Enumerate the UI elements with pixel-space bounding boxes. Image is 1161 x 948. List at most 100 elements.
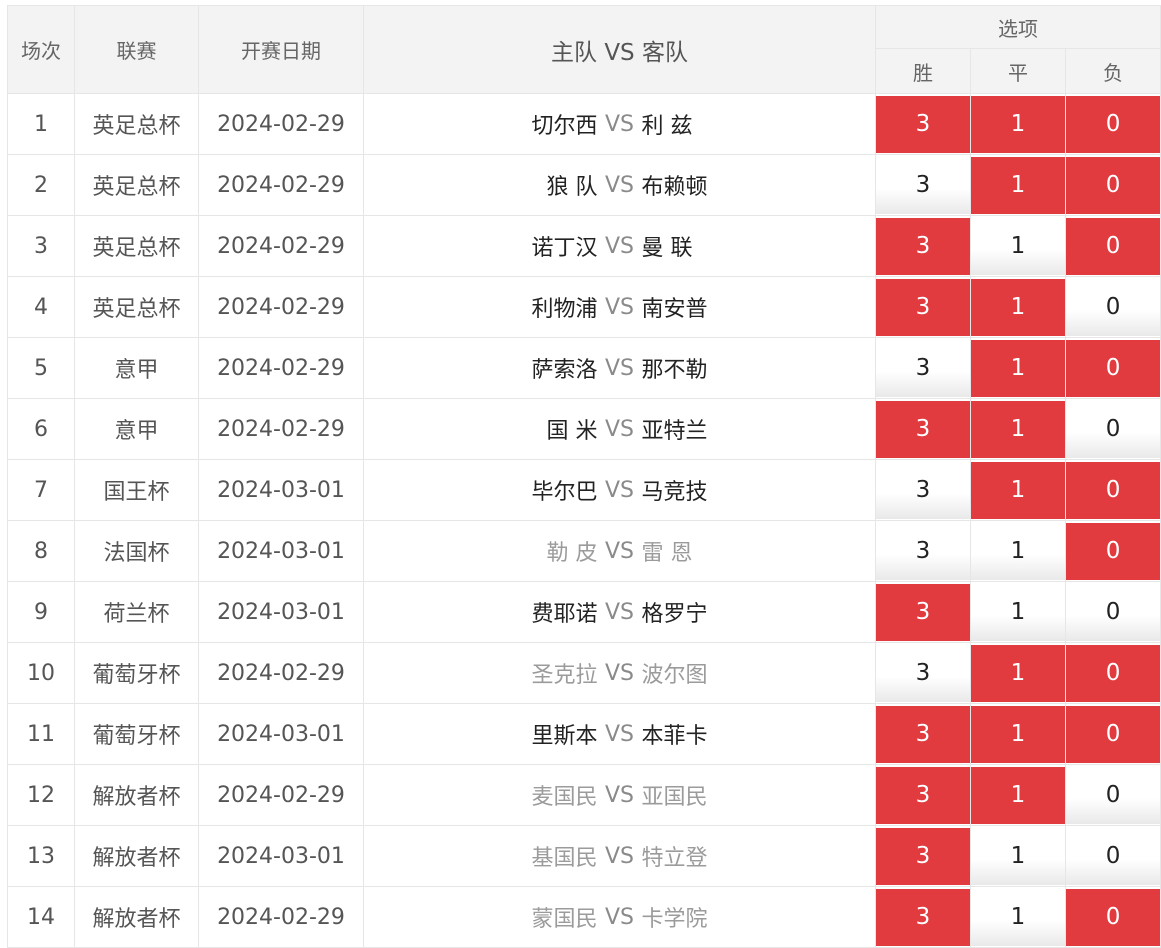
option-cell: 0 [1064, 825, 1161, 887]
match-cell: 切尔西 VS 利 兹 [363, 93, 876, 155]
match-cell: 萨索洛 VS 那不勒 [363, 337, 876, 399]
option-draw-button[interactable]: 1 [971, 278, 1065, 336]
option-draw-button[interactable]: 1 [971, 705, 1065, 763]
row-index: 4 [7, 276, 75, 338]
row-index: 7 [7, 459, 75, 521]
option-lose-button[interactable]: 0 [1066, 766, 1161, 824]
option-lose-button[interactable]: 0 [1066, 278, 1161, 336]
match-teams: 费耶诺 VS 格罗宁 [364, 596, 875, 628]
option-win-button[interactable]: 3 [876, 766, 970, 824]
row-index: 11 [7, 703, 75, 765]
option-draw-button[interactable]: 1 [971, 461, 1065, 519]
league-name: 葡萄牙杯 [74, 703, 199, 765]
table-row: 10 葡萄牙杯 2024-02-29 圣克拉 VS 波尔图 3 1 0 [7, 642, 1161, 704]
option-draw-button[interactable]: 1 [971, 156, 1065, 214]
option-lose-button[interactable]: 0 [1066, 705, 1161, 763]
league-name: 英足总杯 [74, 215, 199, 277]
option-cell: 1 [970, 459, 1066, 521]
header-index: 场次 [7, 5, 75, 94]
option-win-button[interactable]: 3 [876, 278, 970, 336]
match-date: 2024-03-01 [198, 703, 364, 765]
match-teams: 狼 队 VS 布赖顿 [364, 169, 875, 201]
vs-label: VS [604, 111, 634, 137]
vs-label: VS [604, 782, 634, 808]
table-header: 场次 联赛 开赛日期 主队 VS 客队 选项 胜 平 负 [7, 5, 1161, 94]
option-cell: 0 [1064, 215, 1161, 277]
table-row: 7 国王杯 2024-03-01 毕尔巴 VS 马竞技 3 1 0 [7, 459, 1161, 521]
option-lose-button[interactable]: 0 [1066, 217, 1161, 275]
option-lose-button[interactable]: 0 [1066, 95, 1161, 153]
option-draw-button[interactable]: 1 [971, 888, 1065, 946]
option-win-button[interactable]: 3 [876, 522, 970, 580]
match-teams: 国 米 VS 亚特兰 [364, 413, 875, 445]
table-row: 12 解放者杯 2024-02-29 麦国民 VS 亚国民 3 1 0 [7, 764, 1161, 826]
option-draw-button[interactable]: 1 [971, 95, 1065, 153]
option-cell: 3 [875, 398, 971, 460]
away-team: 雷 恩 [641, 541, 693, 566]
vs-label: VS [604, 355, 634, 381]
option-lose-button[interactable]: 0 [1066, 339, 1161, 397]
home-team: 里斯本 [531, 724, 598, 749]
home-team: 狼 队 [546, 175, 598, 200]
option-win-button[interactable]: 3 [876, 827, 970, 885]
home-team: 利物浦 [531, 297, 598, 322]
match-cell: 利物浦 VS 南安普 [363, 276, 876, 338]
option-win-button[interactable]: 3 [876, 705, 970, 763]
option-lose-button[interactable]: 0 [1066, 888, 1161, 946]
table-row: 5 意甲 2024-02-29 萨索洛 VS 那不勒 3 1 0 [7, 337, 1161, 399]
option-lose-button[interactable]: 0 [1066, 522, 1161, 580]
option-cell: 1 [970, 154, 1066, 216]
away-team: 布赖顿 [641, 175, 708, 200]
option-draw-button[interactable]: 1 [971, 522, 1065, 580]
match-cell: 里斯本 VS 本菲卡 [363, 703, 876, 765]
vs-label: VS [604, 843, 634, 869]
option-win-button[interactable]: 3 [876, 888, 970, 946]
row-index: 9 [7, 581, 75, 643]
away-team: 亚国民 [641, 785, 708, 810]
option-cell: 0 [1064, 886, 1161, 948]
option-draw-button[interactable]: 1 [971, 644, 1065, 702]
option-win-button[interactable]: 3 [876, 583, 970, 641]
option-lose-button[interactable]: 0 [1066, 400, 1161, 458]
option-draw-button[interactable]: 1 [971, 583, 1065, 641]
match-teams: 诺丁汉 VS 曼 联 [364, 230, 875, 262]
vs-label: VS [604, 904, 634, 930]
option-lose-button[interactable]: 0 [1066, 583, 1161, 641]
option-draw-button[interactable]: 1 [971, 827, 1065, 885]
match-date: 2024-03-01 [198, 459, 364, 521]
option-draw-button[interactable]: 1 [971, 400, 1065, 458]
option-cell: 3 [875, 337, 971, 399]
option-win-button[interactable]: 3 [876, 339, 970, 397]
match-cell: 费耶诺 VS 格罗宁 [363, 581, 876, 643]
option-lose-button[interactable]: 0 [1066, 156, 1161, 214]
row-index: 5 [7, 337, 75, 399]
row-index: 3 [7, 215, 75, 277]
match-cell: 蒙国民 VS 卡学院 [363, 886, 876, 948]
option-win-button[interactable]: 3 [876, 95, 970, 153]
option-win-button[interactable]: 3 [876, 217, 970, 275]
option-win-button[interactable]: 3 [876, 644, 970, 702]
option-cell: 1 [970, 520, 1066, 582]
option-cell: 1 [970, 276, 1066, 338]
option-win-button[interactable]: 3 [876, 156, 970, 214]
option-draw-button[interactable]: 1 [971, 217, 1065, 275]
league-name: 解放者杯 [74, 825, 199, 887]
option-cell: 0 [1064, 398, 1161, 460]
match-cell: 毕尔巴 VS 马竞技 [363, 459, 876, 521]
option-lose-button[interactable]: 0 [1066, 827, 1161, 885]
match-table: 场次 联赛 开赛日期 主队 VS 客队 选项 胜 平 负 1 英足总杯 2024-0… [7, 5, 1161, 948]
option-cell: 0 [1064, 642, 1161, 704]
option-win-button[interactable]: 3 [876, 461, 970, 519]
option-lose-button[interactable]: 0 [1066, 644, 1161, 702]
option-win-button[interactable]: 3 [876, 400, 970, 458]
match-teams: 基国民 VS 特立登 [364, 840, 875, 872]
option-cell: 3 [875, 764, 971, 826]
option-draw-button[interactable]: 1 [971, 339, 1065, 397]
option-lose-button[interactable]: 0 [1066, 461, 1161, 519]
option-cell: 3 [875, 886, 971, 948]
table-body: 1 英足总杯 2024-02-29 切尔西 VS 利 兹 3 1 0 2 英足总杯 2024-02-2… [7, 93, 1161, 948]
option-cell: 3 [875, 154, 971, 216]
match-date: 2024-03-01 [198, 581, 364, 643]
option-draw-button[interactable]: 1 [971, 766, 1065, 824]
row-index: 14 [7, 886, 75, 948]
